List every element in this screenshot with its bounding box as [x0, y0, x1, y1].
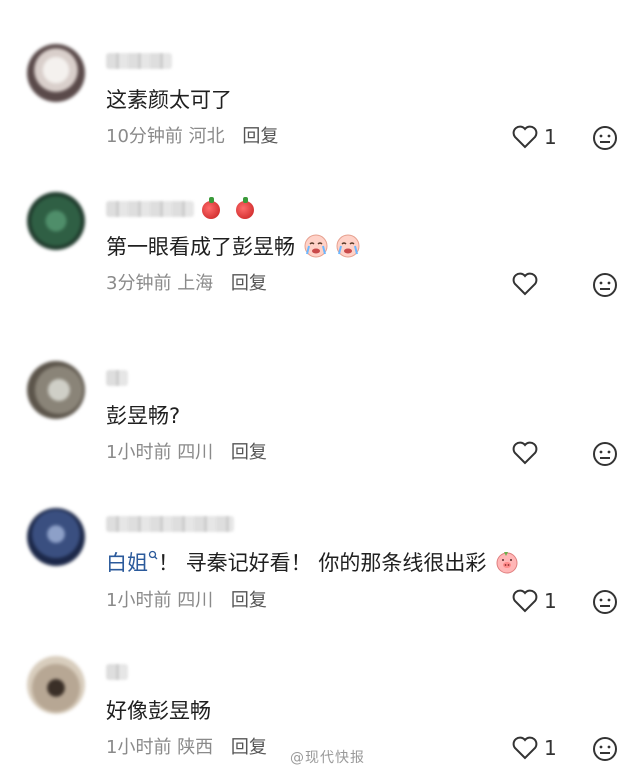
reply-button[interactable]: 回复	[231, 273, 267, 294]
username-blurred[interactable]	[106, 201, 194, 217]
avatar[interactable]	[27, 44, 85, 102]
comment-time: 10分钟前	[106, 126, 183, 147]
comment-text: 彭昱畅?	[106, 404, 181, 428]
reply-button[interactable]: 回复	[231, 737, 267, 758]
dislike-button[interactable]	[592, 125, 618, 155]
avatar[interactable]	[27, 192, 85, 250]
avatar[interactable]	[27, 656, 85, 714]
comment-text-body: ！ 寻秦记好看！ 你的那条线很出彩	[158, 551, 487, 575]
top-clipped-face-icon	[592, 0, 616, 2]
watermark: @现代快报	[290, 747, 365, 767]
avatar[interactable]	[27, 361, 85, 419]
comment-location: 河北	[188, 126, 225, 147]
heart-outline-icon	[512, 736, 538, 760]
comment-location: 四川	[177, 442, 214, 463]
apple-badge-icon	[236, 197, 254, 219]
comment-text: 第一眼看成了彭昱畅	[106, 233, 360, 261]
username-blurred[interactable]	[106, 370, 128, 386]
heart-outline-icon	[512, 441, 538, 465]
search-small-icon	[148, 550, 158, 560]
dislike-button[interactable]	[592, 736, 618, 766]
mention-name: 白姐	[106, 551, 148, 575]
dislike-button[interactable]	[592, 441, 618, 471]
comment-text: 这素颜太可了	[106, 88, 232, 112]
username-blurred[interactable]	[106, 516, 234, 532]
like-button[interactable]	[512, 441, 538, 465]
comment-time: 3分钟前	[106, 273, 172, 294]
heart-outline-icon	[512, 272, 538, 296]
comment-text: 好像彭昱畅	[106, 699, 211, 723]
reply-button[interactable]: 回复	[231, 442, 267, 463]
username-blurred[interactable]	[106, 53, 172, 69]
dislike-button[interactable]	[592, 589, 618, 619]
comment-time: 1小时前	[106, 737, 172, 758]
like-count: 1	[544, 736, 557, 760]
comment-meta: 1小时前 四川 回复	[106, 589, 267, 613]
like-button[interactable]: 1	[512, 125, 557, 149]
comment-time: 1小时前	[106, 442, 172, 463]
comment-location: 上海	[177, 273, 214, 294]
neutral-face-icon	[593, 442, 617, 466]
heart-outline-icon	[512, 589, 538, 613]
comment-meta: 1小时前 陕西 回复	[106, 736, 267, 760]
neutral-face-icon	[593, 273, 617, 297]
reply-button[interactable]: 回复	[242, 126, 278, 147]
top-clipped-like-icon	[516, 0, 536, 2]
comment-meta: 10分钟前 河北 回复	[106, 125, 278, 149]
comment-text-body: 第一眼看成了彭昱畅	[106, 235, 295, 259]
like-count: 1	[544, 589, 557, 613]
comment-location: 四川	[177, 590, 214, 611]
apple-badge-icon	[202, 197, 220, 219]
heart-outline-icon	[512, 125, 538, 149]
avatar[interactable]	[27, 508, 85, 566]
comment-meta: 1小时前 四川 回复	[106, 441, 267, 465]
crying-face-emoji	[336, 234, 360, 258]
dislike-button[interactable]	[592, 272, 618, 302]
like-count: 1	[544, 125, 557, 149]
pig-face-emoji	[496, 552, 518, 574]
comment-location: 陕西	[177, 737, 214, 758]
like-button[interactable]: 1	[512, 736, 557, 760]
comment-meta: 3分钟前 上海 回复	[106, 272, 267, 296]
mention-link[interactable]: 白姐	[106, 550, 158, 575]
neutral-face-icon	[593, 590, 617, 614]
like-button[interactable]	[512, 272, 538, 296]
neutral-face-icon	[593, 126, 617, 150]
reply-button[interactable]: 回复	[231, 590, 267, 611]
watermark-text: @现代快报	[290, 750, 365, 766]
username-blurred[interactable]	[106, 664, 128, 680]
neutral-face-icon	[593, 737, 617, 761]
crying-face-emoji	[304, 234, 328, 258]
like-button[interactable]: 1	[512, 589, 557, 613]
comment-text: 白姐 ！ 寻秦记好看！ 你的那条线很出彩	[106, 549, 519, 577]
comment-time: 1小时前	[106, 590, 172, 611]
